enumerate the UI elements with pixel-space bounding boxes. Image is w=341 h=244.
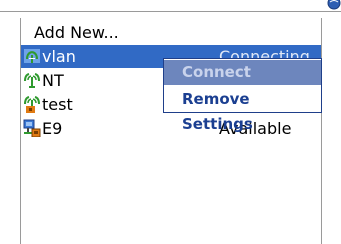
add-new-label: Add New... (34, 23, 119, 42)
connect-label: Connect (182, 63, 251, 81)
wifi-signal-icon (24, 73, 40, 88)
remove-settings-menu-item[interactable]: Remove Settings (164, 87, 321, 133)
status-globe-icon[interactable] (327, 0, 341, 10)
remove-settings-label: Remove Settings (182, 90, 253, 133)
wifi-signal-icon (24, 49, 40, 63)
connect-menu-item[interactable]: Connect (164, 60, 321, 85)
network-name: NT (42, 71, 64, 90)
context-menu: Connect Remove Settings (163, 58, 322, 133)
wifi-signal-locked-icon (24, 96, 40, 113)
network-list: Add New... vlan Connecting NT test E9 Av… (20, 18, 322, 244)
wired-network-icon (23, 119, 41, 137)
network-name: E9 (42, 119, 63, 138)
top-bar (0, 0, 341, 12)
add-new-item[interactable]: Add New... (21, 21, 321, 44)
network-name: test (42, 95, 73, 114)
network-name: vlan (42, 47, 76, 66)
